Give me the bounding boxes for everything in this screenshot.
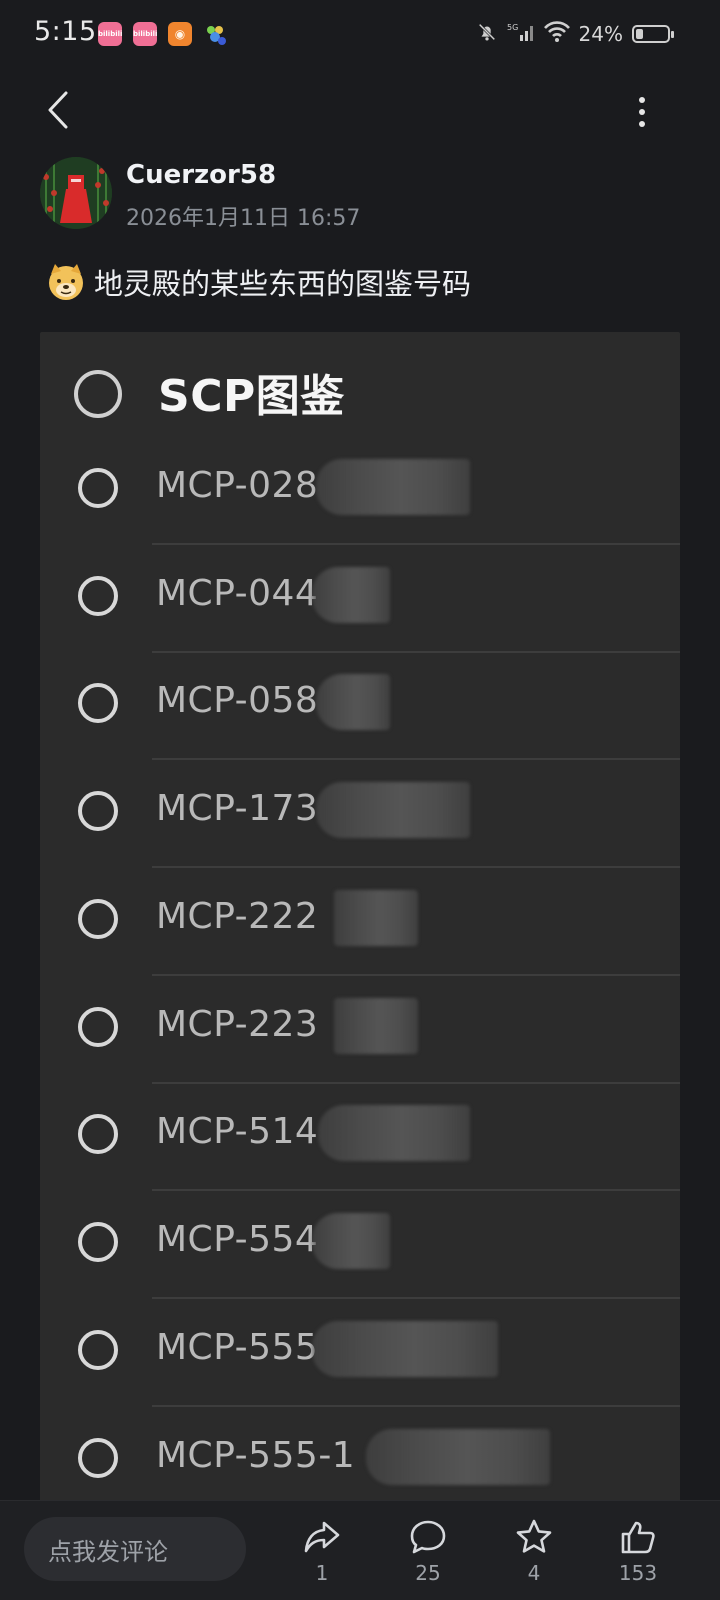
blurred-text [316, 674, 390, 730]
list-item: MCP-173 [40, 758, 680, 868]
post-image[interactable]: SCP图鉴 MCP-028 MCP-044 MCP-058 MCP-173 MC… [40, 332, 680, 1502]
bilibili-app-icon: bilibili [98, 22, 122, 46]
share-icon [304, 1521, 340, 1553]
post-time: 2026年1月11日 16:57 [126, 206, 361, 231]
radio-circle-icon [78, 1114, 118, 1154]
bilibili-app-icon: bilibili [133, 22, 157, 46]
radio-circle-icon [78, 1007, 118, 1047]
cellular-signal-icon: 5G [507, 21, 535, 48]
entry-code: MCP-555-1 [156, 1435, 356, 1476]
bottom-action-bar: 点我发评论 1 25 4 153 [0, 1500, 720, 1600]
radio-circle-icon [78, 1330, 118, 1370]
battery-icon [632, 25, 674, 43]
signal-type: 5G [507, 23, 518, 32]
like-count: 153 [618, 1561, 658, 1585]
battery-nub [671, 31, 674, 38]
app-notification-icon: ◉ [168, 22, 192, 46]
list-item: MCP-223 [40, 974, 680, 1084]
share-count: 1 [315, 1561, 329, 1585]
blurred-text [312, 567, 390, 623]
entry-code: MCP-044 [156, 573, 319, 614]
radio-circle-icon [78, 899, 118, 939]
blurred-text [334, 890, 418, 946]
list-item: MCP-222 [40, 866, 680, 976]
entry-code: MCP-058 [156, 680, 319, 721]
radio-circle-icon [78, 683, 118, 723]
battery-percent: 24% [578, 22, 623, 46]
image-header-text: SCP图鉴 [158, 371, 345, 422]
entry-code: MCP-028 [156, 465, 319, 506]
list-item: MCP-554 [40, 1189, 680, 1299]
comment-bubble-icon [410, 1520, 446, 1554]
back-button[interactable] [36, 88, 80, 132]
blurred-text [334, 998, 418, 1054]
chevron-left-icon [48, 91, 68, 129]
list-item: MCP-514 [40, 1081, 680, 1191]
list-item: MCP-028 [40, 435, 680, 545]
entry-code: MCP-173 [156, 788, 319, 829]
blurred-text [316, 459, 470, 515]
entry-code: MCP-554 [156, 1219, 319, 1260]
avatar[interactable] [40, 157, 112, 229]
entry-code: MCP-223 [156, 1004, 319, 1045]
favorite-button[interactable]: 4 [494, 1517, 574, 1597]
blurred-text [312, 1213, 390, 1269]
blurred-text [318, 1105, 470, 1161]
list-item: MCP-555-1 [40, 1405, 680, 1502]
like-button[interactable]: 153 [598, 1517, 678, 1597]
more-vertical-icon [639, 97, 645, 127]
comment-count: 25 [415, 1561, 441, 1585]
list-item: MCP-555 [40, 1297, 680, 1407]
avatar-image [40, 157, 112, 229]
author-name[interactable]: Cuerzor58 [126, 160, 276, 190]
star-icon [516, 1519, 552, 1553]
mute-bell-icon [476, 21, 498, 48]
entry-code: MCP-222 [156, 896, 319, 937]
battery-level [636, 29, 644, 39]
blurred-text [366, 1429, 550, 1485]
entry-code: MCP-555 [156, 1327, 319, 1368]
comment-button[interactable]: 25 [388, 1517, 468, 1597]
list-item: MCP-044 [40, 543, 680, 653]
screen: 5:15 bilibili bilibili ◉ 5G 24% Cuerzor5… [0, 0, 720, 1600]
blurred-text [316, 782, 470, 838]
wifi-icon [543, 20, 570, 48]
radio-circle-icon [74, 370, 122, 418]
radio-circle-icon [78, 1222, 118, 1262]
radio-circle-icon [78, 468, 118, 508]
radio-circle-icon [78, 576, 118, 616]
status-time: 5:15 [34, 16, 97, 47]
post-title: 地灵殿的某些东西的图鉴号码 [94, 267, 472, 301]
game-app-icon [203, 22, 227, 46]
status-bar: 5:15 bilibili bilibili ◉ 5G 24% [0, 0, 720, 70]
radio-circle-icon [78, 791, 118, 831]
thumbs-up-icon [621, 1521, 655, 1554]
entry-code: MCP-514 [156, 1111, 319, 1152]
image-header: SCP图鉴 [40, 332, 680, 440]
more-options-button[interactable] [622, 90, 662, 134]
comment-input[interactable]: 点我发评论 [24, 1517, 246, 1581]
share-button[interactable]: 1 [282, 1517, 362, 1597]
post-title-row: 地灵殿的某些东西的图鉴号码 [46, 259, 471, 305]
favorite-count: 4 [527, 1561, 541, 1585]
list-item: MCP-058 [40, 650, 680, 760]
radio-circle-icon [78, 1438, 118, 1478]
status-icons: 5G 24% [476, 19, 674, 49]
blurred-text [312, 1321, 498, 1377]
doge-emoji-icon [49, 264, 83, 300]
